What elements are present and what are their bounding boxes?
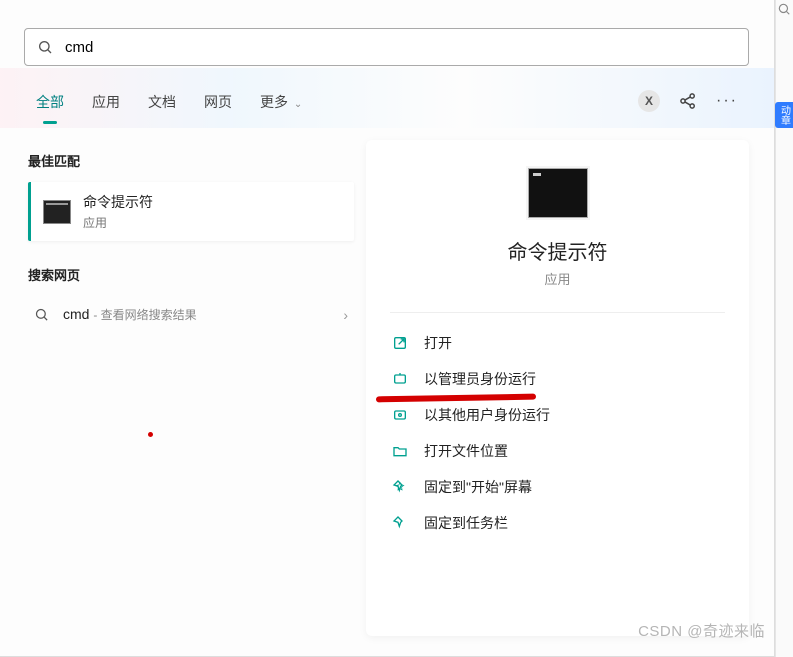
action-open[interactable]: 打开 — [390, 325, 725, 361]
best-match-heading: 最佳匹配 — [28, 151, 354, 170]
search-icon[interactable] — [777, 2, 791, 16]
preview-pane: 命令提示符 应用 打开 以管理员身份运行 以其他用户身份运行 打开文件位置 固定… — [366, 140, 749, 636]
tab-all[interactable]: 全部 — [36, 92, 64, 120]
action-label: 以其他用户身份运行 — [424, 405, 550, 425]
share-icon[interactable] — [678, 91, 698, 111]
result-title: 命令提示符 — [83, 192, 153, 212]
pin-icon — [392, 479, 408, 495]
cmd-app-icon-large — [528, 168, 588, 218]
admin-icon — [392, 371, 408, 387]
more-options-icon[interactable]: ··· — [716, 92, 738, 110]
action-label: 固定到"开始"屏幕 — [424, 477, 532, 497]
action-label: 以管理员身份运行 — [424, 369, 536, 389]
open-icon — [392, 335, 408, 351]
web-search-item[interactable]: cmd - 查看网络搜索结果 › — [28, 296, 354, 333]
divider — [390, 312, 725, 313]
user-avatar[interactable]: X — [638, 90, 660, 112]
other-user-icon — [392, 407, 408, 423]
preview-title: 命令提示符 — [390, 236, 725, 265]
chevron-down-icon: ⌄ — [294, 99, 302, 110]
search-icon — [37, 39, 53, 55]
search-input[interactable] — [63, 38, 736, 57]
folder-icon — [392, 443, 408, 459]
action-label: 固定到任务栏 — [424, 513, 508, 533]
pin-icon — [392, 515, 408, 531]
tab-docs[interactable]: 文档 — [148, 92, 176, 120]
result-subtitle: 应用 — [83, 214, 153, 231]
web-search-heading: 搜索网页 — [28, 265, 354, 284]
action-run-as-admin[interactable]: 以管理员身份运行 — [390, 361, 725, 397]
tab-apps[interactable]: 应用 — [92, 92, 120, 120]
annotation-dot — [148, 432, 153, 437]
action-label: 打开 — [424, 333, 452, 353]
tab-more[interactable]: 更多 ⌄ — [260, 92, 302, 120]
side-badge[interactable]: 动章 — [775, 102, 793, 128]
cmd-app-icon — [43, 200, 71, 224]
best-match-result[interactable]: 命令提示符 应用 — [28, 182, 354, 241]
action-open-location[interactable]: 打开文件位置 — [390, 433, 725, 469]
search-box[interactable] — [24, 28, 749, 66]
action-label: 打开文件位置 — [424, 441, 508, 461]
side-panel: 动章 — [775, 0, 793, 657]
filter-tabs: 全部 应用 文档 网页 更多 ⌄ — [36, 92, 302, 120]
tab-web[interactable]: 网页 — [204, 92, 232, 120]
action-run-as-other[interactable]: 以其他用户身份运行 — [390, 397, 725, 433]
web-item-desc: - 查看网络搜索结果 — [93, 308, 196, 322]
action-pin-start[interactable]: 固定到"开始"屏幕 — [390, 469, 725, 505]
preview-kind: 应用 — [390, 269, 725, 288]
web-item-name: cmd — [63, 306, 89, 322]
search-icon — [34, 307, 49, 322]
action-pin-taskbar[interactable]: 固定到任务栏 — [390, 505, 725, 541]
tab-more-label: 更多 — [260, 94, 288, 110]
chevron-right-icon: › — [343, 307, 348, 323]
